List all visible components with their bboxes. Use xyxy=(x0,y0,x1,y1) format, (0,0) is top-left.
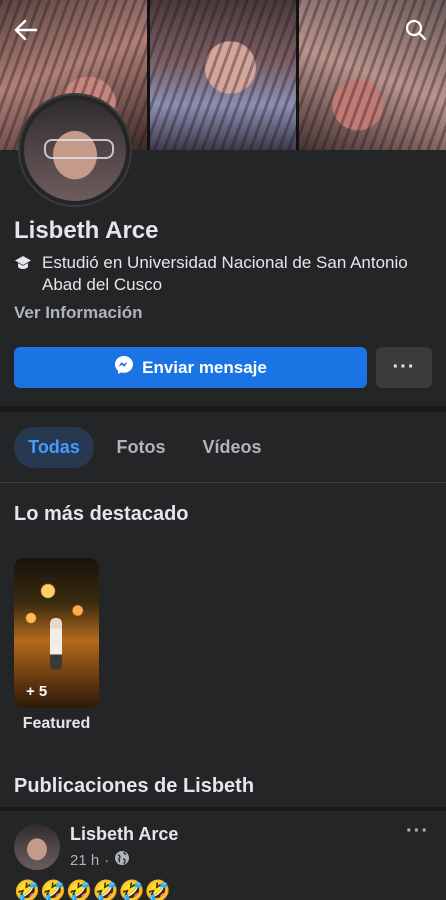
tabs-divider xyxy=(0,482,446,483)
education-text: Estudió en Universidad Nacional de San A… xyxy=(42,253,408,294)
highlight-person xyxy=(50,618,62,670)
post-more-options[interactable]: ··· xyxy=(406,820,429,843)
tab-photos[interactable]: Fotos xyxy=(104,427,178,468)
section-divider xyxy=(0,807,446,811)
featured-highlight[interactable]: + 5 xyxy=(14,558,99,708)
profile-avatar[interactable] xyxy=(20,95,130,205)
post-meta: 21 h · xyxy=(70,850,130,870)
back-arrow-icon[interactable] xyxy=(10,14,42,46)
education-info: Estudió en Universidad Nacional de San A… xyxy=(14,252,434,296)
see-info-link[interactable]: Ver Información xyxy=(14,303,142,323)
tab-all[interactable]: Todas xyxy=(14,427,94,468)
highlights-title: Lo más destacado xyxy=(14,503,189,525)
globe-icon xyxy=(114,850,130,870)
post-author-name[interactable]: Lisbeth Arce xyxy=(70,824,178,845)
meta-separator: · xyxy=(104,851,110,869)
highlight-count: + 5 xyxy=(26,683,48,700)
avatar-detail xyxy=(44,139,114,159)
more-options-button[interactable]: ··· xyxy=(376,347,432,388)
search-icon[interactable] xyxy=(400,14,432,46)
posts-section-title: Publicaciones de Lisbeth xyxy=(14,775,255,797)
tab-videos[interactable]: Vídeos xyxy=(190,427,274,468)
post-time[interactable]: 21 h xyxy=(70,852,99,869)
graduation-cap-icon xyxy=(14,255,32,296)
cover-photo-panel xyxy=(149,0,297,150)
post-text: 🤣🤣🤣🤣🤣🤣 xyxy=(14,880,171,900)
send-message-button[interactable]: Enviar mensaje xyxy=(14,347,367,388)
post-author-avatar[interactable] xyxy=(14,824,60,870)
send-message-label: Enviar mensaje xyxy=(142,357,267,377)
section-divider xyxy=(0,406,446,412)
messenger-icon xyxy=(114,355,134,380)
highlight-label[interactable]: Featured xyxy=(14,715,99,733)
profile-name: Lisbeth Arce xyxy=(14,217,159,244)
